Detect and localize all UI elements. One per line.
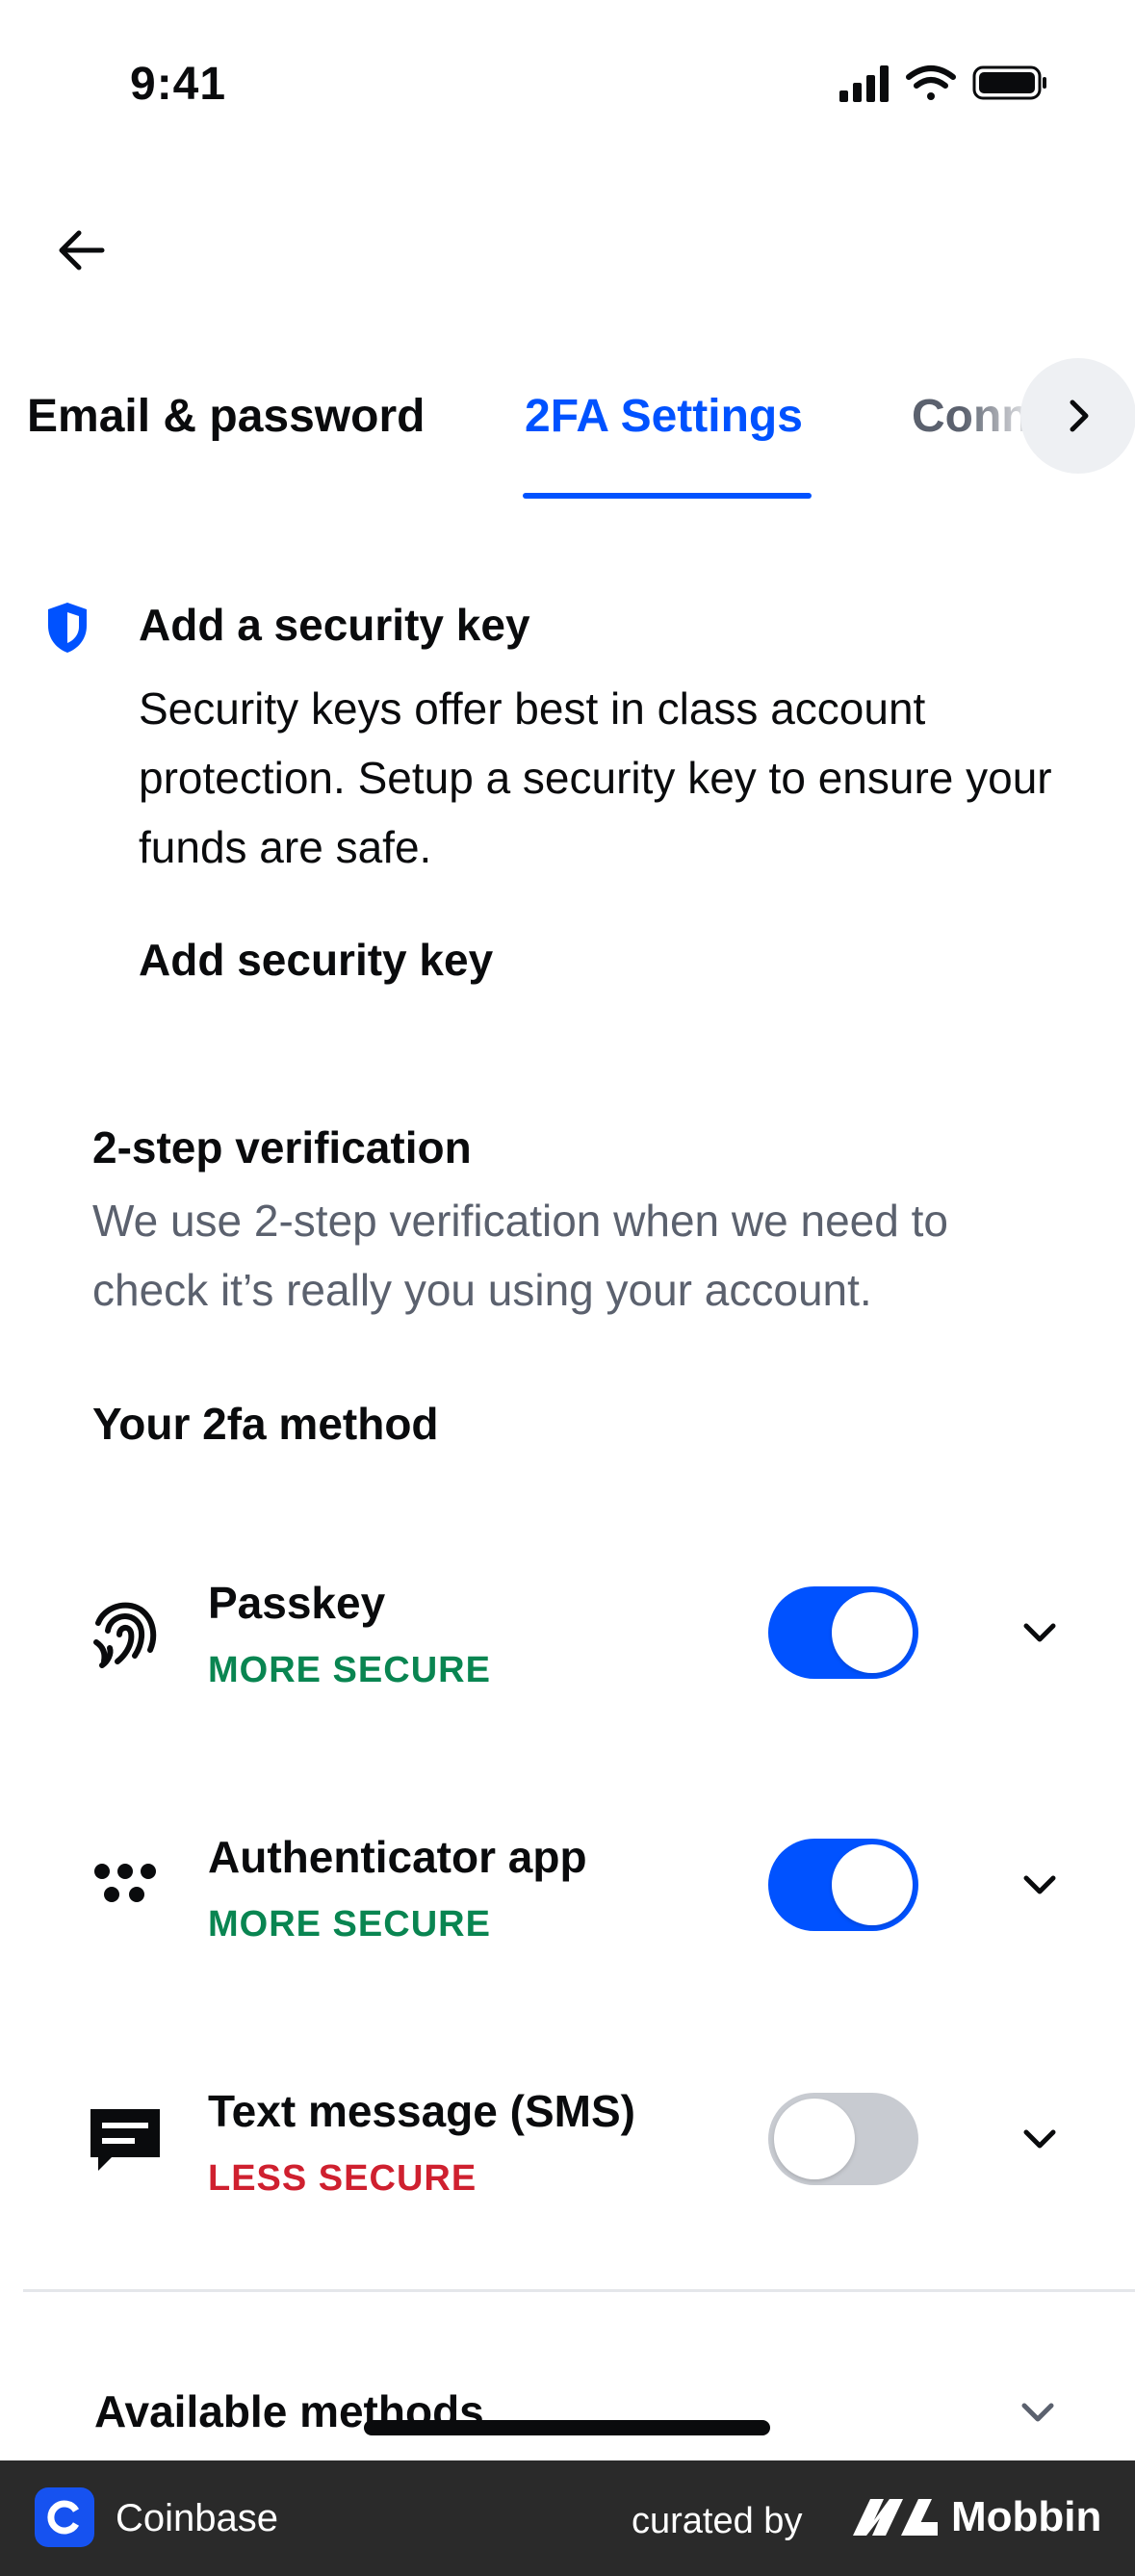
mobbin-logo-icon (853, 2499, 938, 2536)
curated-by-label: curated by (632, 2501, 803, 2541)
sms-toggle[interactable] (768, 2093, 918, 2185)
arrow-left-icon (59, 230, 105, 270)
chat-bubble-icon (87, 2102, 164, 2179)
coinbase-logo-icon (35, 2487, 94, 2547)
signal-icon (839, 65, 889, 102)
footer-brand: Coinbase (116, 2497, 279, 2539)
chevron-right-icon (1070, 399, 1089, 432)
shield-icon (48, 603, 87, 653)
back-button[interactable] (50, 219, 112, 281)
divider (23, 2289, 1135, 2292)
tab-2fa-settings[interactable]: 2FA Settings (525, 390, 803, 443)
tab-email-password[interactable]: Email & password (27, 390, 425, 443)
method-heading: Your 2fa method (92, 1399, 439, 1449)
chevron-down-icon[interactable] (1013, 2112, 1067, 2166)
tabs-scroll-button[interactable] (1020, 358, 1135, 474)
method-name-sms: Text message (SMS) (208, 2086, 635, 2136)
method-badge-sms: LESS SECURE (208, 2158, 477, 2199)
passkey-toggle[interactable] (768, 1586, 918, 1679)
dots-icon (87, 1846, 164, 1923)
method-name-passkey: Passkey (208, 1578, 386, 1628)
chevron-down-icon[interactable] (1013, 1858, 1067, 1912)
active-tab-indicator (523, 493, 812, 499)
method-badge-passkey: MORE SECURE (208, 1650, 491, 1690)
status-time: 9:41 (130, 59, 227, 110)
chevron-down-icon[interactable] (1011, 2385, 1065, 2439)
add-security-key-button[interactable]: Add security key (139, 934, 493, 986)
wifi-icon (906, 65, 956, 100)
method-badge-authenticator: MORE SECURE (208, 1904, 491, 1945)
security-key-description: Security keys offer best in class accoun… (139, 683, 1052, 872)
battery-icon (972, 65, 1046, 100)
method-name-authenticator: Authenticator app (208, 1832, 587, 1882)
footer-mobbin: Mobbin (951, 2493, 1102, 2540)
two-step-description: We use 2-step verification when we need … (92, 1196, 948, 1315)
home-indicator (364, 2420, 770, 2435)
chevron-down-icon[interactable] (1013, 1606, 1067, 1660)
status-icons (839, 65, 1046, 102)
two-step-title: 2-step verification (92, 1122, 472, 1172)
authenticator-toggle[interactable] (768, 1839, 918, 1931)
security-key-title: Add a security key (139, 600, 530, 650)
fingerprint-icon (87, 1594, 164, 1671)
